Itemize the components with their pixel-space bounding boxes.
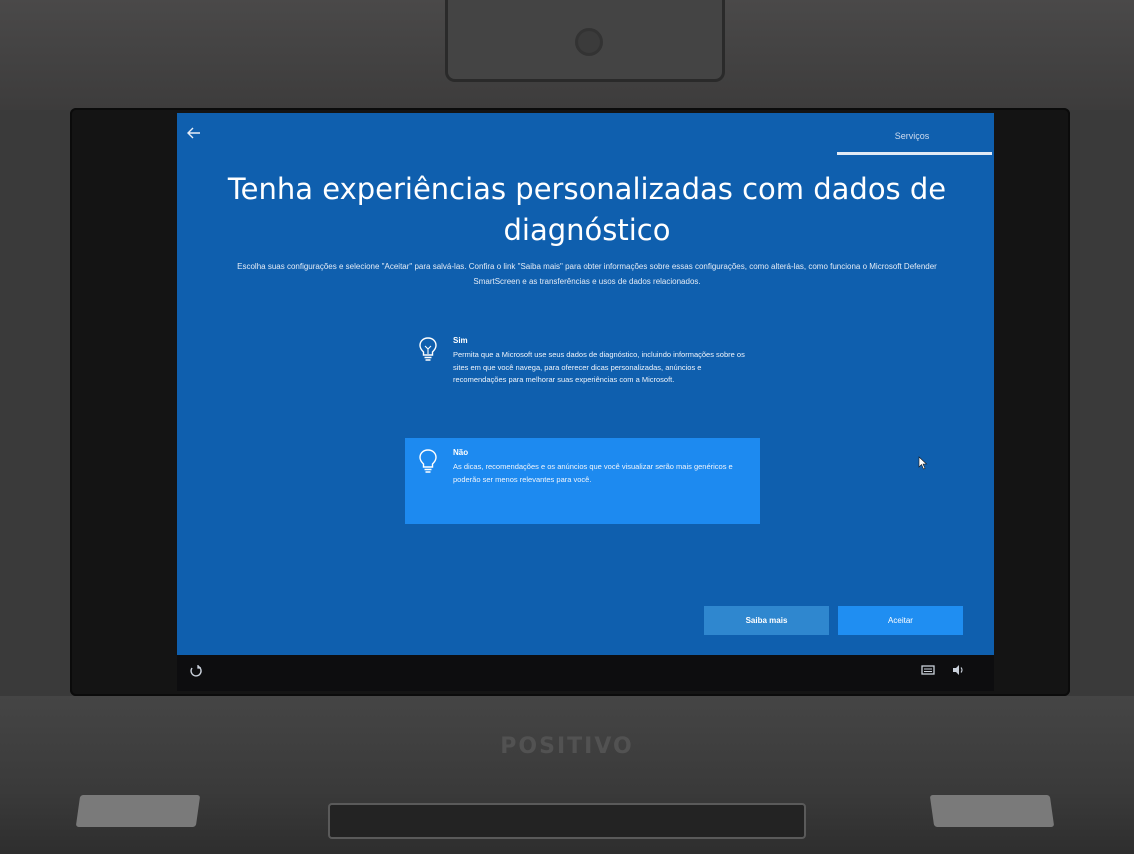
oobe-screen: Serviços Tenha experiências personalizad… (177, 113, 994, 655)
option-yes-description: Permita que a Microsoft use seus dados d… (453, 350, 745, 384)
page-subtitle: Escolha suas configurações e selecione "… (237, 262, 937, 286)
keyboard-icon[interactable] (921, 664, 935, 680)
option-yes-title: Sim (453, 336, 468, 345)
mouse-pointer-icon (918, 456, 928, 470)
page-title: Tenha experiências personalizadas com da… (227, 172, 947, 247)
accessibility-icon[interactable] (189, 664, 203, 682)
option-no-description: As dicas, recomendações e os anúncios qu… (453, 462, 733, 484)
accept-button[interactable]: Aceitar (838, 606, 963, 635)
arrow-left-icon (187, 127, 200, 139)
stage-label: Serviços (894, 131, 930, 141)
right-hinge-foot (929, 795, 1055, 827)
oobe-bottom-bar (177, 655, 994, 691)
option-no[interactable]: Não As dicas, recomendações e os anúncio… (405, 438, 760, 524)
hinge-bar (328, 803, 806, 839)
keyboard-glyph (921, 665, 935, 675)
accessibility-glyph (190, 665, 202, 677)
learn-more-button[interactable]: Saiba mais (704, 606, 829, 635)
volume-glyph (953, 665, 963, 675)
volume-icon[interactable] (952, 664, 966, 680)
back-button[interactable] (182, 121, 206, 145)
left-hinge-foot (75, 795, 201, 827)
lightbulb-off-icon (419, 449, 437, 473)
option-no-title: Não (453, 448, 469, 457)
webcam (575, 28, 603, 56)
brand-logo: POSITIVO (500, 734, 634, 759)
stage-progress-bar (837, 152, 992, 155)
option-yes[interactable]: Sim Permita que a Microsoft use seus dad… (405, 326, 760, 431)
lightbulb-on-icon (419, 337, 437, 361)
